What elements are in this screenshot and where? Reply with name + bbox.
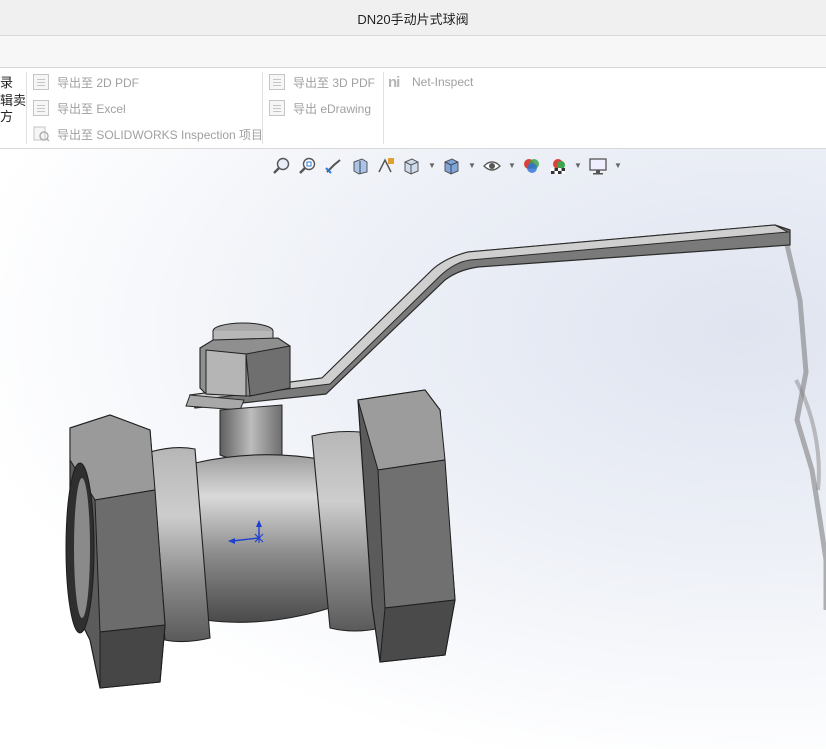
chevron-down-icon[interactable]: ▼ bbox=[574, 156, 582, 176]
lever-shadow bbox=[781, 231, 826, 610]
zoom-to-fit-icon[interactable] bbox=[272, 156, 292, 176]
display-style-icon[interactable] bbox=[442, 156, 462, 176]
dynamic-annotation-icon[interactable] bbox=[376, 156, 396, 176]
previous-view-icon[interactable] bbox=[324, 156, 344, 176]
chevron-down-icon[interactable]: ▼ bbox=[468, 156, 476, 176]
chevron-down-icon[interactable]: ▼ bbox=[428, 156, 436, 176]
heads-up-view-toolbar: ▼ ▼ ▼ ▼ ▼ bbox=[272, 155, 628, 177]
hide-show-items-icon[interactable] bbox=[482, 156, 502, 176]
zoom-to-area-icon[interactable] bbox=[298, 156, 318, 176]
section-view-icon[interactable] bbox=[350, 156, 370, 176]
chevron-down-icon[interactable]: ▼ bbox=[614, 156, 622, 176]
chevron-down-icon[interactable]: ▼ bbox=[508, 156, 516, 176]
ball-valve-model[interactable] bbox=[0, 0, 826, 749]
left-end-nut bbox=[65, 414, 166, 689]
apply-scene-icon[interactable] bbox=[548, 156, 568, 176]
stem-nut bbox=[199, 322, 291, 397]
view-orientation-icon[interactable] bbox=[402, 156, 422, 176]
view-settings-icon[interactable] bbox=[588, 156, 608, 176]
valve-stem bbox=[219, 404, 283, 462]
edit-appearance-icon[interactable] bbox=[522, 156, 542, 176]
valve-body bbox=[194, 454, 331, 623]
